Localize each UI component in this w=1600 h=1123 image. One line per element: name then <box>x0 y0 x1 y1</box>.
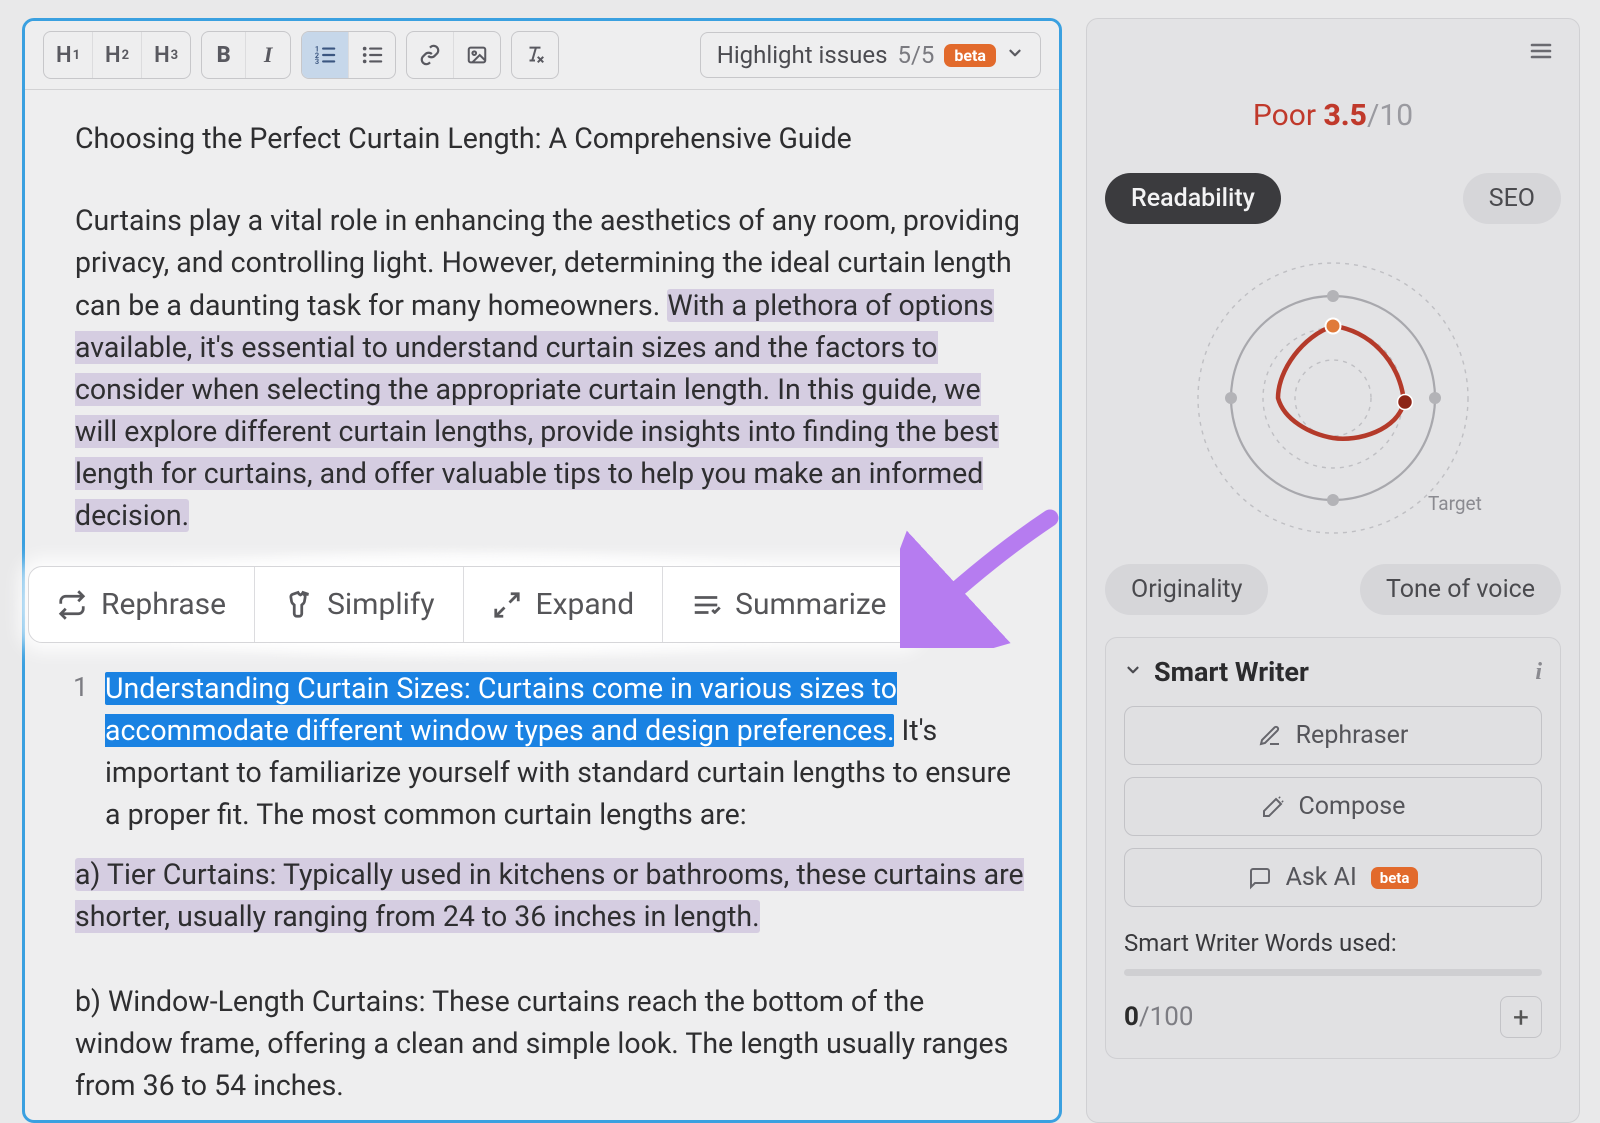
usage-bar <box>1124 969 1542 976</box>
smart-writer-header[interactable]: Smart Writer i <box>1124 656 1542 688</box>
italic-button[interactable]: I <box>246 32 290 78</box>
compose-button[interactable]: Compose <box>1124 777 1542 836</box>
chevron-down-icon <box>1124 660 1142 684</box>
chip-readability[interactable]: Readability <box>1105 173 1281 224</box>
score-display: Poor 3.5/10 <box>1105 98 1561 133</box>
simplify-label: Simplify <box>327 587 434 622</box>
simplify-icon <box>283 590 313 620</box>
chip-tone[interactable]: Tone of voice <box>1360 564 1561 615</box>
bottom-chips: Originality Tone of voice <box>1105 564 1561 615</box>
chip-originality[interactable]: Originality <box>1105 564 1268 615</box>
para1-highlight: With a plethora of options available, it… <box>75 289 999 533</box>
chip-seo[interactable]: SEO <box>1463 173 1561 224</box>
sidebar-panel: Poor 3.5/10 Readability SEO <box>1086 18 1580 1123</box>
bold-button[interactable]: B <box>202 32 246 78</box>
image-button[interactable] <box>454 32 500 78</box>
clear-format-group <box>511 31 559 79</box>
sub-item-b: b) Window-Length Curtains: These curtain… <box>75 981 1025 1108</box>
editor-toolbar: H1 H2 H3 B I 123 <box>25 21 1059 90</box>
ask-ai-button[interactable]: Ask AI beta <box>1124 848 1542 907</box>
radar-target-label: Target <box>1428 492 1482 515</box>
score-value: 3.5 <box>1323 98 1367 133</box>
highlight-issues-count: 5/5 <box>897 41 934 69</box>
edit-icon <box>1258 724 1282 748</box>
radar-chart: Target <box>1105 230 1561 560</box>
selection-action-bar: Rephrase Simplify Expand Summarize <box>28 566 915 643</box>
summarize-label: Summarize <box>735 587 886 622</box>
insert-group <box>406 31 501 79</box>
summarize-button[interactable]: Summarize <box>663 567 914 642</box>
action-bar-container: Rephrase Simplify Expand Summarize <box>28 566 915 643</box>
expand-button[interactable]: Expand <box>464 567 664 642</box>
sidebar-menu-button[interactable] <box>1521 37 1561 70</box>
sub-item-a: a) Tier Curtains: Typically used in kitc… <box>75 854 1025 938</box>
link-button[interactable] <box>407 32 454 78</box>
top-chips: Readability SEO <box>1105 173 1561 224</box>
selected-text: Understanding Curtain Sizes: Curtains co… <box>105 672 897 747</box>
sub-item-a-highlight: a) Tier Curtains: Typically used in kitc… <box>75 858 1024 933</box>
highlight-issues-dropdown[interactable]: Highlight issues 5/5 beta <box>700 32 1041 78</box>
h2-button[interactable]: H2 <box>93 32 142 78</box>
rephraser-button[interactable]: Rephraser <box>1124 706 1542 765</box>
h1-button[interactable]: H1 <box>44 32 93 78</box>
compose-label: Compose <box>1299 792 1406 821</box>
expand-label: Expand <box>536 587 635 622</box>
usage-label: Smart Writer Words used: <box>1124 929 1542 957</box>
rephraser-label: Rephraser <box>1296 721 1409 750</box>
list-group: 123 <box>301 31 396 79</box>
usage-limit: /100 <box>1139 1002 1194 1032</box>
beta-badge: beta <box>1371 867 1419 889</box>
list-item-1: 1 Understanding Curtain Sizes: Curtains … <box>75 668 1025 837</box>
smart-writer-title: Smart Writer <box>1154 656 1309 688</box>
unordered-list-button[interactable] <box>349 32 395 78</box>
score-max: /10 <box>1367 98 1413 133</box>
score-label: Poor <box>1253 98 1316 133</box>
chat-icon <box>1248 866 1272 890</box>
heading-group: H1 H2 H3 <box>43 31 191 79</box>
beta-badge: beta <box>944 44 996 67</box>
rephrase-icon <box>57 590 87 620</box>
smart-writer-panel: Smart Writer i Rephraser Compose Ask AI … <box>1105 637 1561 1059</box>
add-words-button[interactable]: + <box>1500 996 1542 1038</box>
chevron-down-icon <box>1006 44 1024 67</box>
rephrase-label: Rephrase <box>101 587 226 622</box>
paragraph-1: Curtains play a vital role in enhancing … <box>75 200 1025 537</box>
rephrase-button[interactable]: Rephrase <box>29 567 255 642</box>
format-group: B I <box>201 31 291 79</box>
info-icon[interactable]: i <box>1535 659 1542 686</box>
expand-icon <box>492 590 522 620</box>
svg-text:3: 3 <box>315 57 319 66</box>
document-title: Choosing the Perfect Curtain Length: A C… <box>75 118 1025 160</box>
usage-row: 0/100 + <box>1124 996 1542 1038</box>
ask-ai-label: Ask AI <box>1286 863 1357 892</box>
ordered-list-button[interactable]: 123 <box>302 32 349 78</box>
list-number: 1 <box>73 668 88 708</box>
wand-icon <box>1261 795 1285 819</box>
highlight-issues-label: Highlight issues <box>717 41 888 69</box>
simplify-button[interactable]: Simplify <box>255 567 463 642</box>
summarize-icon <box>691 590 721 620</box>
usage-used: 0 <box>1124 1002 1139 1032</box>
h3-button[interactable]: H3 <box>142 32 190 78</box>
clear-format-button[interactable] <box>512 32 558 78</box>
